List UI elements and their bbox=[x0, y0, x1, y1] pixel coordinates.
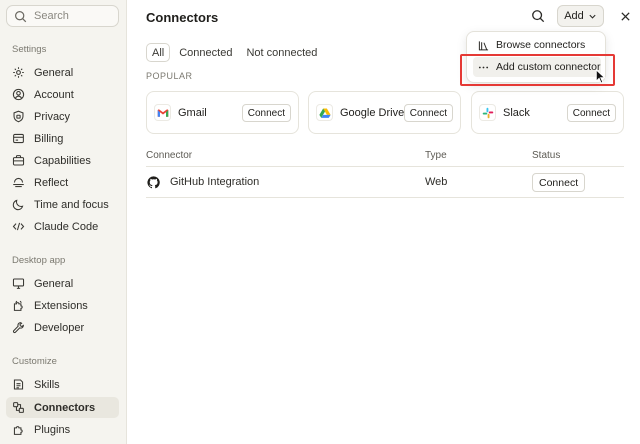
close-icon bbox=[620, 11, 630, 21]
sidebar-item-reflect[interactable]: Reflect bbox=[6, 172, 119, 193]
highlight-annotation bbox=[460, 54, 615, 86]
google-drive-icon bbox=[316, 104, 333, 121]
shield-icon bbox=[13, 110, 24, 123]
sidebar-item-skills[interactable]: Skills bbox=[6, 374, 119, 395]
sidebar-item-label: Capabilities bbox=[34, 154, 91, 167]
sidebar-item-label: Skills bbox=[34, 378, 60, 391]
search-icon bbox=[15, 10, 27, 22]
sidebar-item-label: Developer bbox=[34, 321, 85, 334]
sidebar-item-desktop-general[interactable]: General bbox=[6, 273, 119, 294]
mouse-cursor-icon bbox=[595, 69, 606, 84]
sidebar-item-privacy[interactable]: Privacy bbox=[6, 106, 119, 127]
table-divider bbox=[146, 197, 624, 198]
github-icon bbox=[147, 176, 160, 189]
search-input[interactable]: Search bbox=[6, 5, 119, 27]
monitor-icon bbox=[12, 278, 25, 289]
wrench-icon bbox=[12, 322, 24, 334]
row-connect-button[interactable]: Connect bbox=[532, 173, 586, 192]
card-name: Gmail bbox=[178, 106, 207, 119]
card-name: Slack bbox=[503, 106, 530, 119]
sidebar-item-account[interactable]: Account bbox=[6, 84, 119, 105]
filter-not-connected[interactable]: Not connected bbox=[241, 43, 322, 62]
filter-tabs: All Connected Not connected bbox=[146, 43, 322, 62]
popular-label: POPULAR bbox=[146, 71, 193, 81]
connectors-icon bbox=[13, 402, 24, 413]
section-label-customize: Customize bbox=[12, 356, 57, 367]
sidebar-item-plugins[interactable]: Plugins bbox=[6, 419, 119, 440]
sidebar-item-label: Plugins bbox=[34, 423, 71, 436]
sidebar-item-label: Extensions bbox=[34, 299, 88, 312]
add-button-label: Add bbox=[564, 10, 584, 22]
connect-button[interactable]: Connect bbox=[241, 104, 291, 122]
sidebar-item-label: Billing bbox=[34, 132, 64, 145]
sidebar-item-time-and-focus[interactable]: Time and focus bbox=[6, 194, 119, 215]
library-icon bbox=[478, 40, 489, 50]
puzzle-icon bbox=[13, 300, 23, 311]
menu-item-label: Browse connectors bbox=[496, 39, 586, 51]
popular-card-google-drive[interactable]: Google Drive Connect bbox=[308, 91, 461, 134]
plugin-icon bbox=[13, 426, 23, 435]
table-row-type: Web bbox=[425, 176, 448, 188]
column-header-connector: Connector bbox=[146, 150, 193, 161]
column-header-type: Type bbox=[425, 150, 447, 161]
sidebar: Search Settings General Account Privacy … bbox=[0, 0, 127, 444]
sidebar-item-extensions[interactable]: Extensions bbox=[6, 295, 119, 316]
sidebar-item-label: Reflect bbox=[34, 176, 69, 189]
billing-icon bbox=[13, 133, 24, 144]
search-icon bbox=[532, 10, 545, 23]
sidebar-item-claude-code[interactable]: Claude Code bbox=[6, 216, 119, 237]
popular-card-gmail[interactable]: Gmail Connect bbox=[146, 91, 299, 134]
filter-connected[interactable]: Connected bbox=[174, 43, 237, 62]
sidebar-item-label: Claude Code bbox=[34, 220, 99, 233]
sidebar-item-label: Connectors bbox=[34, 401, 96, 414]
connect-button[interactable]: Connect bbox=[403, 104, 453, 122]
section-label-desktop-app: Desktop app bbox=[12, 255, 66, 266]
sidebar-item-label: General bbox=[34, 66, 74, 79]
sidebar-item-capabilities[interactable]: Capabilities bbox=[6, 150, 119, 171]
table-divider bbox=[146, 166, 624, 167]
sidebar-item-developer[interactable]: Developer bbox=[6, 317, 119, 338]
column-header-status: Status bbox=[532, 150, 561, 161]
skills-icon bbox=[13, 379, 24, 390]
code-icon bbox=[12, 222, 25, 231]
menu-item-browse-connectors[interactable]: Browse connectors bbox=[473, 35, 601, 55]
table-row-name[interactable]: GitHub Integration bbox=[170, 176, 259, 188]
reflect-icon bbox=[13, 177, 24, 188]
sidebar-item-label: General bbox=[34, 277, 74, 290]
section-label-settings: Settings bbox=[12, 44, 47, 55]
account-icon bbox=[12, 88, 25, 101]
slack-icon bbox=[479, 104, 496, 121]
filter-all[interactable]: All bbox=[146, 43, 171, 62]
gmail-icon bbox=[154, 104, 171, 121]
sidebar-item-general[interactable]: General bbox=[6, 62, 119, 83]
close-button[interactable] bbox=[617, 8, 633, 24]
popular-card-slack[interactable]: Slack Connect bbox=[471, 91, 624, 134]
search-placeholder: Search bbox=[34, 10, 69, 22]
briefcase-icon bbox=[12, 155, 25, 166]
sidebar-item-connectors[interactable]: Connectors bbox=[6, 397, 119, 418]
sidebar-item-billing[interactable]: Billing bbox=[6, 128, 119, 149]
page-title: Connectors bbox=[146, 10, 219, 25]
chevron-down-icon bbox=[589, 14, 596, 19]
card-name: Google Drive bbox=[340, 106, 405, 119]
sidebar-item-label: Privacy bbox=[34, 110, 71, 123]
moon-icon bbox=[12, 199, 24, 211]
sidebar-item-label: Account bbox=[34, 88, 74, 101]
sidebar-item-label: Time and focus bbox=[34, 198, 109, 211]
connect-button[interactable]: Connect bbox=[566, 104, 616, 122]
gear-icon bbox=[13, 67, 24, 78]
add-button[interactable]: Add bbox=[557, 5, 604, 27]
search-button[interactable] bbox=[529, 7, 547, 25]
